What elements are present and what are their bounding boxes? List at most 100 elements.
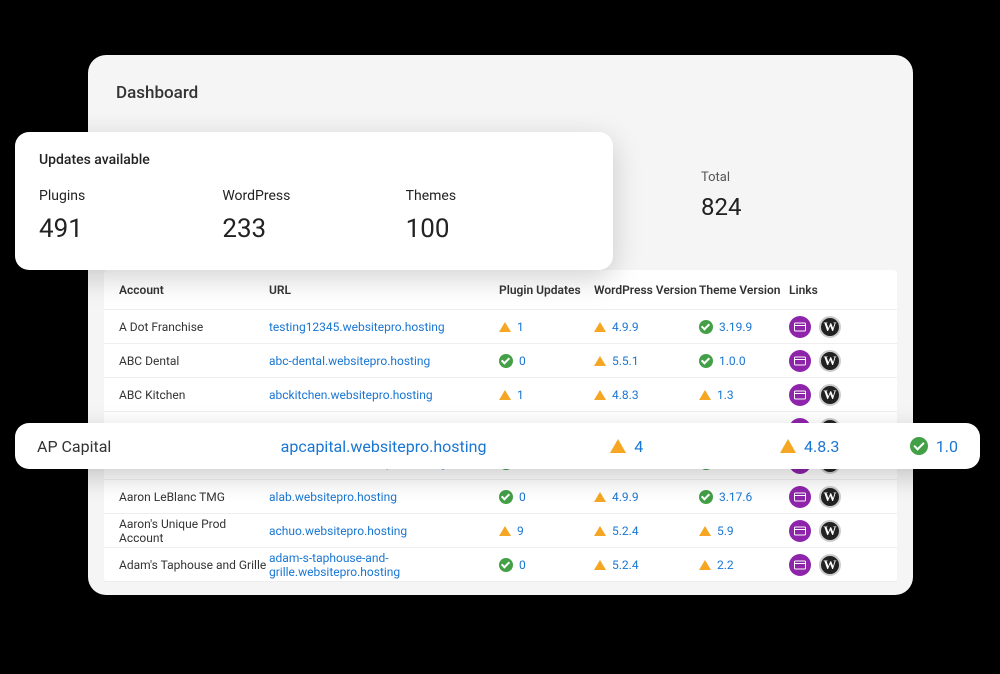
row-plugin-updates: 0 — [499, 558, 594, 572]
header-wordpress-version[interactable]: WordPress Version — [594, 283, 699, 297]
warning-icon — [594, 390, 606, 400]
row-account: Adam's Taphouse and Grille — [119, 558, 269, 572]
header-plugin-updates[interactable]: Plugin Updates — [499, 283, 594, 297]
row-url-link[interactable]: achuo.websitepro.hosting — [269, 524, 407, 538]
total-value: 824 — [701, 193, 871, 221]
updates-plugins-value: 491 — [39, 214, 222, 244]
warning-icon — [499, 526, 511, 536]
checkmark-icon — [699, 320, 713, 334]
row-account: A Dot Franchise — [119, 320, 269, 334]
row-wordpress-version: 4.9.9 — [594, 320, 699, 334]
updates-available-card: Updates available Plugins 491 WordPress … — [15, 132, 613, 270]
featured-row[interactable]: AP Capital apcapital.websitepro.hosting … — [15, 423, 980, 469]
featured-account: AP Capital — [37, 437, 281, 456]
updates-wordpress: WordPress 233 — [222, 188, 405, 244]
row-theme-version: 2.2 — [699, 558, 789, 572]
checkmark-icon — [499, 354, 513, 368]
row-theme-version: 3.17.6 — [699, 490, 789, 504]
warning-icon — [594, 492, 606, 502]
wordpress-icon[interactable]: W — [819, 486, 841, 508]
updates-plugins: Plugins 491 — [39, 188, 222, 244]
checkmark-icon — [499, 490, 513, 504]
checkmark-icon — [499, 558, 513, 572]
featured-plugin-value: 4 — [634, 437, 643, 456]
table-row[interactable]: ABC Dentalabc-dental.websitepro.hosting 0… — [104, 344, 897, 378]
site-link-icon[interactable] — [789, 350, 811, 372]
wordpress-icon[interactable]: W — [819, 520, 841, 542]
header-theme-version[interactable]: Theme Version — [699, 283, 789, 297]
warning-icon — [594, 526, 606, 536]
updates-themes: Themes 100 — [406, 188, 589, 244]
row-plugin-updates: 1 — [499, 320, 594, 334]
updates-title: Updates available — [39, 152, 589, 168]
table-row[interactable]: Adam's Taphouse and Grilleadam-s-taphous… — [104, 548, 897, 582]
featured-wp-value: 4.8.3 — [804, 437, 839, 456]
row-wordpress-version: 5.2.4 — [594, 558, 699, 572]
table-header: Account URL Plugin Updates WordPress Ver… — [104, 270, 897, 310]
header-url[interactable]: URL — [269, 283, 499, 297]
row-plugin-updates: 1 — [499, 388, 594, 402]
featured-wordpress-version: 4.8.3 — [780, 437, 910, 456]
row-theme-version: 1.3 — [699, 388, 789, 402]
warning-icon — [594, 322, 606, 332]
wordpress-icon[interactable]: W — [819, 350, 841, 372]
row-plugin-updates: 0 — [499, 490, 594, 504]
featured-theme-value: 1.0 — [936, 437, 958, 456]
row-url-link[interactable]: abc-dental.websitepro.hosting — [269, 354, 430, 368]
table-row[interactable]: A Dot Franchisetesting12345.websitepro.h… — [104, 310, 897, 344]
updates-themes-label: Themes — [406, 188, 589, 204]
row-account: ABC Kitchen — [119, 388, 269, 402]
row-theme-version: 3.19.9 — [699, 320, 789, 334]
warning-icon — [699, 390, 711, 400]
updates-wordpress-value: 233 — [222, 214, 405, 244]
featured-plugin-updates: 4 — [610, 437, 780, 456]
row-theme-version: 1.0.0 — [699, 354, 789, 368]
header-links: Links — [789, 283, 882, 297]
row-account: Aaron's Unique Prod Account — [119, 517, 269, 545]
row-account: ABC Dental — [119, 354, 269, 368]
checkmark-icon — [699, 354, 713, 368]
row-wordpress-version: 5.2.4 — [594, 524, 699, 538]
row-url-link[interactable]: adam-s-taphouse-and-grille.websitepro.ho… — [269, 551, 400, 579]
row-account: Aaron LeBlanc TMG — [119, 490, 269, 504]
featured-theme-version: 1.0 — [910, 437, 958, 456]
site-link-icon[interactable] — [789, 520, 811, 542]
row-wordpress-version: 4.9.9 — [594, 490, 699, 504]
row-wordpress-version: 4.8.3 — [594, 388, 699, 402]
row-plugin-updates: 0 — [499, 354, 594, 368]
row-plugin-updates: 9 — [499, 524, 594, 538]
page-title: Dashboard — [88, 55, 913, 123]
row-url-link[interactable]: abckitchen.websitepro.hosting — [269, 388, 433, 402]
warning-icon — [499, 322, 511, 332]
checkmark-icon — [910, 437, 928, 455]
totals-block: Total 824 — [701, 170, 871, 221]
warning-icon — [699, 560, 711, 570]
wordpress-icon[interactable]: W — [819, 554, 841, 576]
warning-icon — [499, 390, 511, 400]
total-label: Total — [701, 170, 871, 185]
site-link-icon[interactable] — [789, 316, 811, 338]
table-row[interactable]: Aaron's Unique Prod Accountachuo.website… — [104, 514, 897, 548]
row-url-link[interactable]: testing12345.websitepro.hosting — [269, 320, 445, 334]
table-row[interactable]: ABC Kitchenabckitchen.websitepro.hosting… — [104, 378, 897, 412]
table-row[interactable]: Aaron LeBlanc TMGalab.websitepro.hosting… — [104, 480, 897, 514]
wordpress-icon[interactable]: W — [819, 316, 841, 338]
warning-icon — [594, 560, 606, 570]
wordpress-icon[interactable]: W — [819, 384, 841, 406]
site-link-icon[interactable] — [789, 554, 811, 576]
warning-icon — [594, 356, 606, 366]
warning-icon — [699, 526, 711, 536]
updates-themes-value: 100 — [406, 214, 589, 244]
warning-icon — [610, 439, 626, 453]
updates-wordpress-label: WordPress — [222, 188, 405, 204]
warning-icon — [780, 439, 796, 453]
site-link-icon[interactable] — [789, 486, 811, 508]
row-url-link[interactable]: alab.websitepro.hosting — [269, 490, 397, 504]
row-theme-version: 5.9 — [699, 524, 789, 538]
row-wordpress-version: 5.5.1 — [594, 354, 699, 368]
site-link-icon[interactable] — [789, 384, 811, 406]
checkmark-icon — [699, 490, 713, 504]
featured-url[interactable]: apcapital.websitepro.hosting — [281, 437, 611, 456]
updates-plugins-label: Plugins — [39, 188, 222, 204]
header-account[interactable]: Account — [119, 283, 269, 297]
